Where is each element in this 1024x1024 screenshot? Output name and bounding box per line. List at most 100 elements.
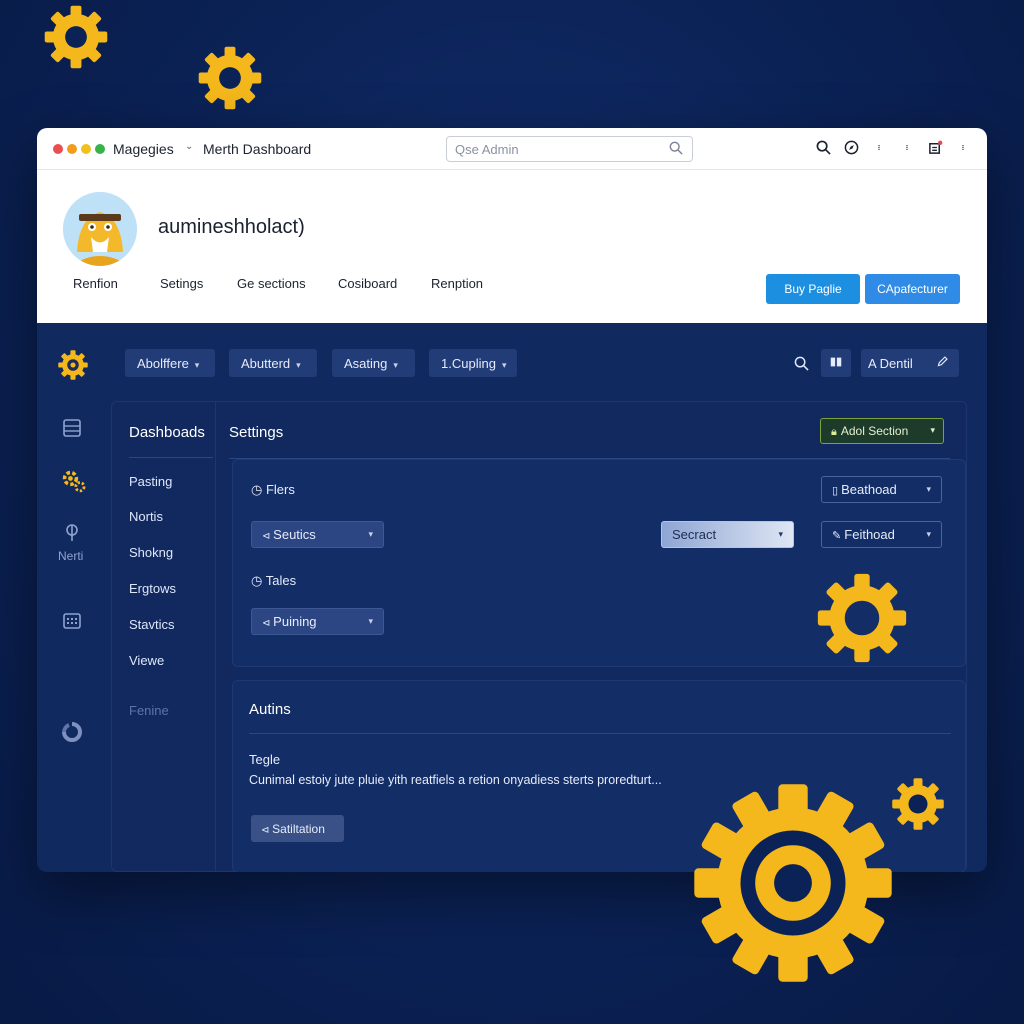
nav-item-shokng[interactable]: Shokng [129, 545, 173, 560]
title-bar: Magegies ⌄ Merth Dashboard [37, 128, 987, 170]
nav-title: Dashboads [129, 424, 205, 441]
toolbar-dropdown-label: Abutterd [241, 355, 291, 371]
key-icon[interactable] [61, 521, 83, 543]
add-section-label: Adol Section [840, 423, 909, 438]
profile-tab-renfion[interactable]: Renfion [73, 276, 160, 291]
feithood-select-value: Feithoad [844, 527, 895, 542]
columns-button[interactable] [821, 349, 851, 377]
app-menu-chevron-icon[interactable]: ⌄ [185, 141, 193, 152]
chevron-down-icon: ▾ [778, 529, 783, 539]
sidebar-label: Nerti [58, 549, 84, 563]
search-icon[interactable] [815, 140, 831, 158]
minimize-dot[interactable] [67, 144, 77, 154]
profile-tab-ge-sections[interactable]: Ge sections [237, 276, 338, 291]
notification-icon[interactable] [927, 140, 943, 158]
puining-select[interactable]: ⊲ Puining ▾ [251, 608, 384, 635]
feithood-select[interactable]: ✎ Feithoad ▾ [821, 521, 942, 548]
flers-label: ◷ Flers [251, 482, 295, 498]
add-section-button[interactable]: 🔒︎ Adol Section ▾ [820, 418, 944, 444]
gear-icon [814, 570, 910, 666]
edit-icon: ✎ [832, 530, 845, 542]
autins-description: Cunimal estoiy jute pluie yith reatfiels… [249, 773, 662, 787]
toolbar-dropdown-label: Asating [344, 355, 388, 371]
profile-tabs: Renfion Setings Ge sections Cosiboard Re… [73, 276, 511, 291]
chevron-down-icon: ▾ [194, 359, 200, 370]
zoom-dot[interactable] [81, 144, 91, 154]
recycle-icon[interactable] [61, 721, 83, 743]
filter-icon: ⊲ [261, 824, 273, 836]
nav-item-stavtics[interactable]: Stavtics [129, 617, 175, 632]
page-title: Merth Dashboard [203, 141, 312, 157]
filter-icon: ⊲ [262, 618, 274, 629]
capafecturer-button[interactable]: CApafecturer [865, 274, 960, 304]
app-name[interactable]: Magegies [113, 141, 174, 157]
profile-tab-cosiboard[interactable]: Cosiboard [338, 276, 431, 291]
nav-item-viewe[interactable]: Viewe [129, 653, 164, 668]
chevron-down-icon: ▾ [393, 359, 398, 370]
gear-icon [890, 776, 946, 832]
beathood-select-value: Beathoad [841, 482, 897, 497]
dashboards-nav: Dashboads Pasting Nortis Shokng Ergtows … [112, 402, 216, 872]
clock-icon: ◷ [251, 482, 266, 497]
chevron-down-icon: ▾ [926, 529, 931, 539]
toolbar-dropdown-abolffere[interactable]: Abolffere ▾ [125, 349, 215, 377]
sections-select-value: Seutics [273, 527, 316, 542]
folder-icon: ▯ [832, 485, 842, 497]
status-dot [95, 144, 105, 154]
avatar[interactable] [63, 192, 137, 266]
chevron-down-icon: ▾ [368, 616, 373, 626]
columns-icon [830, 357, 842, 366]
buy-page-button[interactable]: Buy Paglie [766, 274, 860, 304]
edit-icon [936, 355, 949, 371]
more-vertical-icon[interactable] [871, 140, 887, 158]
tegle-label: Tegle [249, 752, 281, 767]
titlebar-actions [815, 140, 971, 158]
compass-icon[interactable] [843, 140, 859, 158]
settings-title: Settings [229, 424, 284, 441]
satiltation-button[interactable]: ⊲ Satiltation [251, 815, 344, 842]
nav-item-pasting[interactable]: Pasting [129, 474, 172, 489]
chevron-down-icon: ▾ [501, 359, 507, 370]
more-vertical-icon[interactable] [899, 140, 915, 158]
sections-select[interactable]: ⊲ Seutics ▾ [251, 521, 384, 548]
database-icon[interactable] [61, 417, 83, 439]
search-icon[interactable] [669, 141, 683, 155]
profile-tab-renption[interactable]: Renption [431, 276, 511, 291]
gears-icon[interactable] [61, 469, 86, 493]
toolbar-dropdown-cupling[interactable]: 1.Cupling ▾ [429, 349, 517, 377]
toolbar-dropdown-asating[interactable]: Asating ▾ [332, 349, 415, 377]
lock-icon: 🔒︎ [831, 425, 837, 438]
chevron-down-icon: ▾ [930, 425, 935, 435]
logo-gear-icon [57, 349, 89, 381]
gear-icon [42, 3, 110, 71]
profile-tab-setings[interactable]: Setings [160, 276, 237, 291]
close-dot[interactable] [53, 144, 63, 154]
tales-label: ◷ Tales [251, 573, 296, 589]
chevron-down-icon: ▾ [926, 484, 931, 494]
chevron-down-icon: ▾ [296, 359, 301, 370]
search-icon[interactable] [794, 356, 809, 376]
account-button[interactable]: A Dentil [861, 349, 959, 377]
nav-item-nortis[interactable]: Nortis [129, 509, 163, 524]
username: auminesh​holact) [158, 216, 305, 238]
profile-header: auminesh​holact) Renfion Setings Ge sect… [37, 170, 987, 323]
window-controls [53, 144, 105, 154]
secract-select[interactable]: Secract ▾ [661, 521, 794, 548]
beathood-select[interactable]: ▯ Beathoad ▾ [821, 476, 942, 503]
gear-icon [688, 778, 898, 988]
gear-icon [196, 44, 264, 112]
puining-select-value: Puining [273, 614, 317, 629]
filter-icon: ⊲ [262, 531, 274, 542]
toolbar-dropdown-abutterd[interactable]: Abutterd ▾ [229, 349, 317, 377]
divider [249, 733, 951, 734]
tales-text: Tales [265, 573, 297, 588]
search-input[interactable] [446, 136, 693, 162]
nav-item-fenine[interactable]: Fenine [129, 703, 169, 718]
account-label: A Dentil [868, 355, 913, 371]
toolbar-dropdown-label: 1.Cupling [441, 355, 496, 371]
autins-title: Autins [249, 701, 291, 718]
nav-item-ergtows[interactable]: Ergtows [129, 581, 176, 596]
more-vertical-icon[interactable] [955, 140, 971, 158]
calendar-icon[interactable] [61, 609, 83, 631]
toolbar-dropdown-label: Abolffere [137, 355, 189, 371]
